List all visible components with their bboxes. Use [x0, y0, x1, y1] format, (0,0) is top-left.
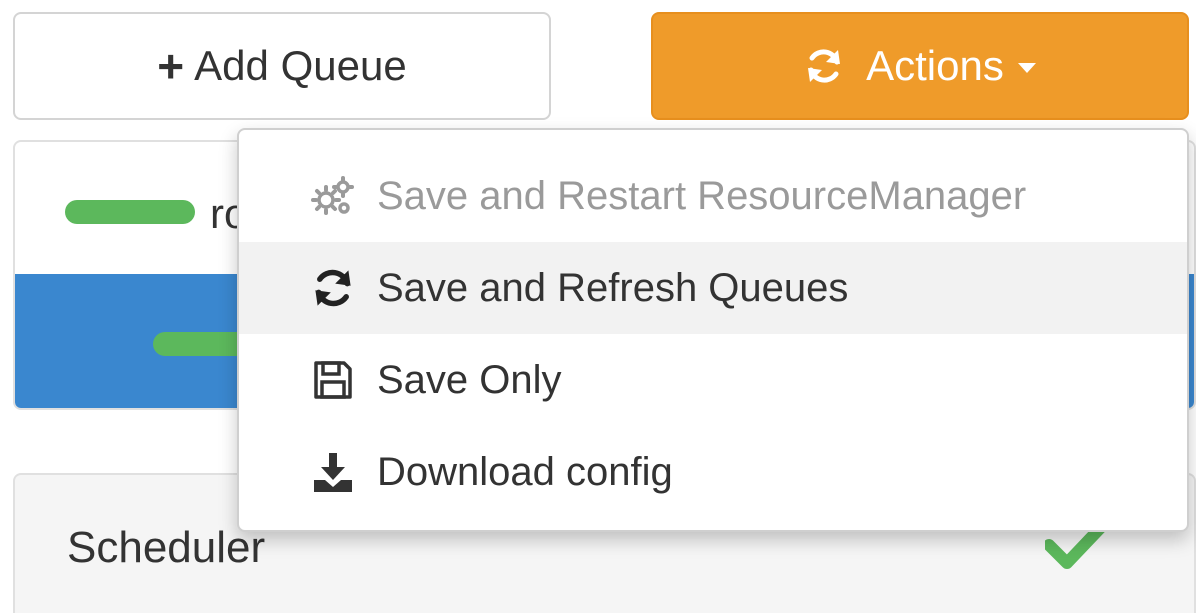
download-icon	[314, 453, 352, 492]
menu-item-label: Save Only	[377, 357, 562, 402]
menu-item-label: Save and Refresh Queues	[377, 265, 849, 310]
caret-down-icon	[1017, 63, 1036, 73]
menu-item-save-and-restart[interactable]: Save and Restart ResourceManager	[239, 150, 1187, 242]
menu-item-download-config[interactable]: Download config	[239, 426, 1187, 518]
actions-menu: Save and Restart ResourceManager Save an…	[237, 128, 1189, 532]
menu-item-save-only[interactable]: Save Only	[239, 334, 1187, 426]
floppy-disk-icon	[314, 361, 352, 399]
refresh-icon	[315, 269, 351, 307]
menu-item-save-and-refresh[interactable]: Save and Refresh Queues	[239, 242, 1187, 334]
plus-icon: +	[157, 40, 185, 92]
add-queue-label: Add Queue	[194, 42, 407, 89]
scheduler-label: Scheduler	[67, 523, 266, 572]
actions-label: Actions	[866, 42, 1004, 89]
refresh-icon	[808, 49, 841, 83]
scheduler-config-screen: ro Scheduler + Add Queue Actions Save an…	[0, 0, 1196, 613]
gears-icon	[311, 176, 354, 215]
capacity-bar	[65, 200, 195, 224]
menu-item-label: Save and Restart ResourceManager	[377, 173, 1027, 218]
actions-dropdown-button[interactable]: Actions	[651, 12, 1189, 120]
menu-item-label: Download config	[377, 449, 673, 494]
add-queue-button[interactable]: + Add Queue	[13, 12, 551, 120]
